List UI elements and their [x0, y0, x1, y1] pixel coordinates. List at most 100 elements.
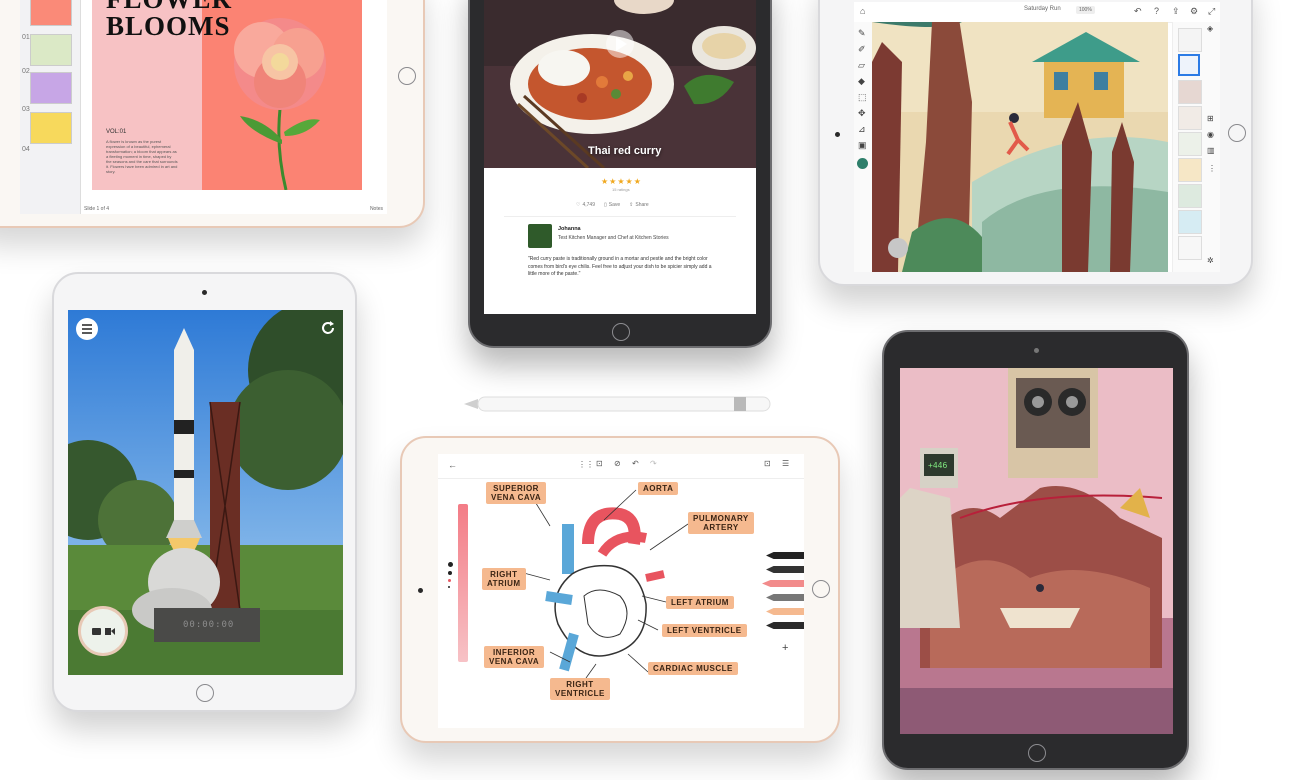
- tool-palette: ✎ ✐ ▱ ◆ ⬚ ✥ ⊿ ▣: [854, 22, 873, 272]
- color-swatch[interactable]: [857, 158, 868, 169]
- pen-gray[interactable]: [766, 594, 804, 601]
- add-pen-icon[interactable]: +: [782, 642, 788, 654]
- home-button[interactable]: [196, 684, 214, 702]
- recipe-actions: ♡ 4,749 ▯ Save ⇪ Share: [576, 202, 649, 208]
- artwork-canvas: [872, 22, 1168, 272]
- eraser-icon[interactable]: ▱: [858, 60, 865, 71]
- document-title: Saturday Run: [1024, 6, 1061, 12]
- label-superior-vena-cava: SUPERIOR VENA CAVA: [486, 482, 547, 504]
- menu-button[interactable]: [76, 318, 98, 340]
- game-score-display: +446: [928, 461, 948, 470]
- camera-video-icon: [92, 628, 115, 635]
- label-left-ventricle: LEFT VENTRICLE: [662, 624, 747, 637]
- image-icon[interactable]: ▣: [858, 140, 867, 151]
- layer-thumb[interactable]: [1178, 132, 1202, 156]
- fill-icon[interactable]: ◆: [858, 76, 865, 87]
- like-button[interactable]: ♡ 4,749: [576, 202, 595, 208]
- divider: [504, 216, 736, 217]
- brush-icon[interactable]: ✎: [858, 28, 866, 39]
- pen-tray: +: [762, 534, 804, 664]
- home-button[interactable]: [812, 580, 830, 598]
- ipad-anatomy: ← ⋮⋮ ⊡ ⊘ ↶ ↷ ⊡ ☰ SUPERIOR VENA CAVA AORT…: [400, 436, 840, 743]
- layers-panel: ◈ ⊞ ◉ ▥ ⋮ ✲: [1172, 22, 1220, 272]
- pen-dark[interactable]: [766, 622, 804, 629]
- share-icon: ⇪: [629, 202, 634, 208]
- label-pulmonary-artery: PULMONARY ARTERY: [688, 512, 754, 534]
- slide-num-1: 01: [22, 34, 30, 41]
- layer-thumb[interactable]: [1178, 184, 1202, 208]
- menu-icon: [82, 324, 92, 334]
- gear-icon[interactable]: ⚙: [1190, 6, 1198, 17]
- save-button[interactable]: ▯ Save: [604, 202, 620, 208]
- slide-thumb-4[interactable]: [30, 112, 72, 144]
- ipad-keynote: 01 02 03 04 FLOWER BLOOMS VOL:01 A flowe…: [0, 0, 425, 228]
- selection-icon[interactable]: ⬚: [858, 92, 867, 103]
- game-screen: +446: [900, 368, 1173, 734]
- slide-thumb-3[interactable]: [30, 72, 72, 104]
- layer-thumb[interactable]: [1178, 210, 1202, 234]
- pen-peach[interactable]: [766, 608, 804, 615]
- label-cardiac-muscle: CARDIAC MUSCLE: [648, 662, 738, 675]
- layer-thumb[interactable]: [1178, 80, 1202, 104]
- slide-counter: Slide 1 of 4: [84, 206, 110, 212]
- settings-icon[interactable]: ✲: [1207, 256, 1214, 265]
- curry-photo: [484, 0, 756, 168]
- layer-thumb[interactable]: [1178, 54, 1200, 76]
- label-right-ventricle: RIGHT VENTRICLE: [550, 678, 610, 700]
- layer-thumb[interactable]: [1178, 28, 1202, 52]
- home-button[interactable]: [398, 67, 416, 85]
- bookmark-icon: ▯: [604, 202, 607, 208]
- peony-flower-image: [234, 18, 326, 190]
- label-aorta: AORTA: [638, 482, 679, 495]
- undo-icon[interactable]: ↶: [1134, 6, 1142, 17]
- add-layer-icon[interactable]: ⊞: [1207, 114, 1214, 123]
- slide-thumb-2[interactable]: [30, 34, 72, 66]
- save-label: Save: [608, 202, 621, 208]
- label-inferior-vena-cava: INFERIOR VENA CAVA: [484, 646, 545, 668]
- slide-num-2: 02: [22, 68, 30, 75]
- ipad-game: +446: [882, 330, 1189, 770]
- anatomy-screen: ← ⋮⋮ ⊡ ⊘ ↶ ↷ ⊡ ☰ SUPERIOR VENA CAVA AORT…: [438, 454, 804, 728]
- recipe-info-panel: ★★★★★ 15 ratings ♡ 4,749 ▯ Save ⇪ Share Joh…: [484, 168, 756, 314]
- eyedropper-icon[interactable]: ⊿: [858, 124, 866, 135]
- home-button[interactable]: [1028, 744, 1046, 762]
- keynote-screen: 01 02 03 04 FLOWER BLOOMS VOL:01 A flowe…: [20, 0, 387, 214]
- share-button[interactable]: ⇪ Share: [629, 202, 649, 208]
- notes-button[interactable]: Notes: [370, 206, 383, 212]
- author-role: Test Kitchen Manager and Chef at Kitchen…: [558, 235, 669, 241]
- ipad-recipe: Thai red curry ★★★★★ 15 ratings ♡ 4,749 ▯…: [468, 0, 772, 348]
- ipad-frosco: ⌂ Saturday Run 100% ↶ ? ⇪ ⚙ ⤢ ✎ ✐ ▱ ◆ ⬚ …: [818, 0, 1253, 286]
- recipe-screen: Thai red curry ★★★★★ 15 ratings ♡ 4,749 ▯…: [484, 0, 756, 314]
- home-button[interactable]: [612, 323, 630, 341]
- help-icon[interactable]: ?: [1154, 6, 1159, 16]
- layer-thumb[interactable]: [1178, 158, 1202, 182]
- ar-screen: 00:00:00: [68, 310, 343, 675]
- pen-black-2[interactable]: [766, 566, 804, 573]
- home-button[interactable]: [1228, 124, 1246, 142]
- layer-thumb[interactable]: [1178, 106, 1202, 130]
- capture-button[interactable]: [78, 606, 128, 656]
- apple-pencil: [464, 396, 771, 412]
- home-icon[interactable]: ⌂: [860, 6, 865, 16]
- pencil-icon[interactable]: ✐: [858, 44, 866, 55]
- share-icon[interactable]: ⇪: [1172, 6, 1180, 17]
- trash-icon[interactable]: ▥: [1207, 146, 1215, 155]
- app-toolbar: ⌂ Saturday Run 100% ↶ ? ⇪ ⚙ ⤢: [854, 2, 1220, 23]
- more-icon[interactable]: ⋮: [1208, 164, 1216, 173]
- ar-timer: 00:00:00: [183, 620, 235, 630]
- slide-num-4: 04: [22, 146, 30, 153]
- move-icon[interactable]: ✥: [858, 108, 866, 119]
- share-label: Share: [635, 202, 649, 208]
- layer-thumb[interactable]: [1178, 236, 1202, 260]
- game-scene: [900, 368, 1173, 734]
- visibility-icon[interactable]: ◉: [1207, 130, 1214, 139]
- expand-icon[interactable]: ⤢: [1208, 6, 1215, 17]
- recipe-title: Thai red curry: [588, 145, 662, 157]
- slide-navigator: 01 02 03 04: [20, 0, 81, 214]
- reset-button[interactable]: [318, 318, 338, 338]
- frosco-screen: ⌂ Saturday Run 100% ↶ ? ⇪ ⚙ ⤢ ✎ ✐ ▱ ◆ ⬚ …: [854, 2, 1220, 272]
- slide-thumb-1[interactable]: [30, 0, 72, 26]
- layers-icon[interactable]: ◈: [1207, 24, 1213, 33]
- pen-pink[interactable]: [762, 580, 804, 587]
- pen-black[interactable]: [766, 552, 804, 559]
